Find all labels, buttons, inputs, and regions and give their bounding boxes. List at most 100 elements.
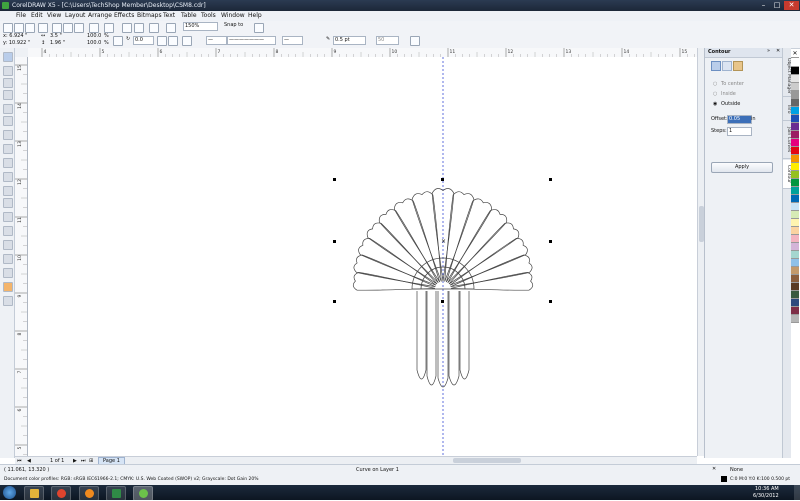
color-swatch[interactable] [791, 139, 799, 147]
export-icon[interactable] [149, 23, 159, 33]
color-swatch[interactable] [791, 195, 799, 203]
menu-arrange[interactable]: Arrange [88, 12, 112, 19]
explorer-taskbar-icon[interactable] [24, 486, 44, 501]
redo-icon[interactable] [104, 23, 114, 33]
scale-width-field[interactable]: 100.0 [87, 33, 101, 39]
node-options-icon[interactable] [182, 36, 192, 46]
start-arrowhead-select[interactable]: — [206, 36, 227, 45]
start-button[interactable] [3, 486, 16, 499]
pick-tool-icon[interactable] [3, 52, 13, 62]
color-swatch[interactable] [791, 299, 799, 307]
menu-view[interactable]: View [47, 12, 61, 19]
table-tool-icon[interactable] [3, 198, 13, 208]
color-swatch[interactable] [791, 187, 799, 195]
menu-effects[interactable]: Effects [114, 12, 134, 19]
shape-tool-icon[interactable] [3, 66, 13, 76]
vertical-ruler[interactable]: 15 14 13 12 11 10 9 8 7 6 5 [15, 57, 28, 474]
color-swatch[interactable] [791, 83, 799, 91]
ellipse-tool-icon[interactable] [3, 144, 13, 154]
color-swatch[interactable] [791, 227, 799, 235]
docker-collapse-icon[interactable]: » [767, 48, 770, 54]
color-swatch[interactable] [791, 291, 799, 299]
outline-color-swatch[interactable] [721, 476, 727, 482]
undo-icon[interactable] [89, 23, 99, 33]
polygon-tool-icon[interactable] [3, 158, 13, 168]
color-swatch[interactable] [791, 67, 799, 75]
drawing-canvas[interactable]: × [28, 57, 697, 456]
color-swatch[interactable] [791, 219, 799, 227]
selection-handle[interactable] [333, 178, 336, 181]
selection-handle[interactable] [333, 300, 336, 303]
line-style-select[interactable]: ——————— [227, 36, 276, 45]
contour-mode-to-center-icon[interactable] [711, 61, 721, 71]
end-arrowhead-select[interactable]: — [282, 36, 303, 45]
offset-input[interactable]: 0.05 [727, 115, 752, 124]
mirror-vertical-icon[interactable] [168, 36, 178, 46]
selection-handle[interactable] [333, 240, 336, 243]
interactive-fill-tool-icon[interactable] [3, 296, 13, 306]
fill-tool-icon[interactable] [3, 282, 13, 292]
copy-icon[interactable] [63, 23, 73, 33]
color-swatch[interactable] [791, 115, 799, 123]
zoom-tool-icon[interactable] [3, 90, 13, 100]
scale-height-field[interactable]: 100.0 [87, 40, 101, 46]
import-icon[interactable] [134, 23, 144, 33]
color-swatch[interactable] [791, 179, 799, 187]
freehand-tool-icon[interactable] [3, 104, 13, 114]
color-swatch[interactable] [791, 171, 799, 179]
color-swatch[interactable] [791, 91, 799, 99]
selection-handle[interactable] [549, 300, 552, 303]
selection-handle[interactable] [549, 240, 552, 243]
color-profiles-info[interactable]: Document color profiles: RGB: sRGB IEC61… [4, 477, 259, 482]
color-swatch[interactable] [791, 107, 799, 115]
excel-taskbar-icon[interactable] [106, 486, 126, 501]
color-swatch[interactable] [791, 251, 799, 259]
color-swatch[interactable] [791, 59, 799, 67]
cut-icon[interactable] [52, 23, 62, 33]
rotation-field[interactable]: 0.0 [133, 36, 154, 45]
color-swatch[interactable] [791, 307, 799, 315]
outline-pen-tool-icon[interactable] [3, 268, 13, 278]
curve-smoothing-field[interactable]: 50 [376, 36, 399, 45]
menu-window[interactable]: Window [221, 12, 245, 19]
contour-color-icon[interactable] [733, 61, 743, 71]
minimize-button[interactable]: – [757, 1, 770, 10]
menu-tools[interactable]: Tools [201, 12, 216, 19]
basic-shapes-tool-icon[interactable] [3, 172, 13, 182]
color-swatch[interactable] [791, 75, 799, 83]
paste-icon[interactable] [74, 23, 84, 33]
docker-close-icon[interactable]: ✕ [776, 48, 780, 54]
crop-tool-icon[interactable] [3, 78, 13, 88]
search-content-icon[interactable] [122, 23, 132, 33]
options-gear-icon[interactable] [254, 23, 264, 33]
menu-bitmaps[interactable]: Bitmaps [137, 12, 162, 19]
width-field[interactable]: 3.5 " [50, 33, 62, 39]
color-swatch[interactable] [791, 155, 799, 163]
lock-ratio-icon[interactable] [113, 36, 123, 46]
text-tool-icon[interactable] [3, 186, 13, 196]
connector-tool-icon[interactable] [3, 226, 13, 236]
color-swatch[interactable] [791, 131, 799, 139]
color-swatch[interactable] [791, 203, 799, 211]
contour-mode-inside-icon[interactable] [722, 61, 732, 71]
maximize-button[interactable]: □ [771, 1, 783, 10]
steps-input[interactable]: 1 [727, 127, 752, 136]
blend-tool-icon[interactable] [3, 240, 13, 250]
x-position-field[interactable]: x: 6.924 " [3, 33, 27, 39]
clock-date[interactable]: 6/30/2012 [753, 493, 779, 499]
selection-handle[interactable] [441, 178, 444, 181]
radio-icon[interactable]: ○ [713, 91, 717, 97]
print-icon[interactable] [38, 23, 48, 33]
color-swatch[interactable] [791, 211, 799, 219]
smart-fill-tool-icon[interactable] [3, 116, 13, 126]
eyedropper-tool-icon[interactable] [3, 254, 13, 264]
color-swatch[interactable] [791, 163, 799, 171]
publish-pdf-icon[interactable] [166, 23, 176, 33]
selection-handle[interactable] [549, 178, 552, 181]
color-swatch[interactable] [791, 243, 799, 251]
menu-table[interactable]: Table [181, 12, 197, 19]
new-icon[interactable] [3, 23, 13, 33]
coreldraw-taskbar-icon[interactable] [133, 486, 153, 501]
open-icon[interactable] [14, 23, 24, 33]
fill-none-icon[interactable]: ✕ [712, 466, 716, 472]
